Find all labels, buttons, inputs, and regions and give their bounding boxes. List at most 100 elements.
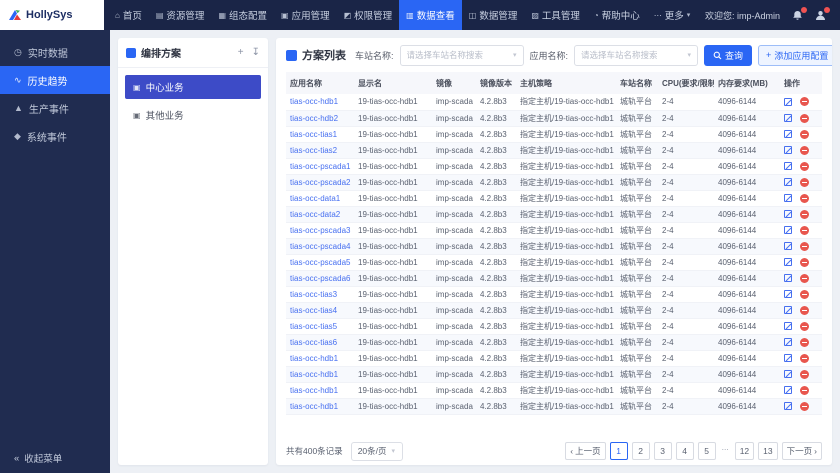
sidebar-item-2[interactable]: ▲ 生产事件	[0, 94, 110, 122]
edit-icon[interactable]	[784, 210, 792, 219]
nav-item-9[interactable]: ⋯ 更多 ▾	[647, 0, 698, 30]
page-button-13[interactable]: 13	[758, 442, 778, 460]
app-name-link[interactable]: tias-occ-pscada6	[286, 270, 354, 287]
edit-icon[interactable]	[784, 114, 792, 123]
edit-icon[interactable]	[784, 402, 792, 411]
nav-item-0[interactable]: ⌂ 首页	[108, 0, 149, 30]
edit-icon[interactable]	[784, 162, 792, 171]
app-name-link[interactable]: tias-occ-hdb1	[286, 382, 354, 399]
nav-item-6[interactable]: ◫ 数据管理	[462, 0, 525, 30]
app-name-link[interactable]: tias-occ-hdb1	[286, 350, 354, 367]
app-name-link[interactable]: tias-occ-pscada2	[286, 174, 354, 191]
notification-badge	[801, 6, 807, 13]
edit-icon[interactable]	[784, 386, 792, 395]
edit-icon[interactable]	[784, 146, 792, 155]
app-name-link[interactable]: tias-occ-pscada3	[286, 222, 354, 239]
edit-icon[interactable]	[784, 226, 792, 235]
add-app-config-button[interactable]: + 添加应用配置	[758, 44, 832, 66]
app-name-link[interactable]: tias-occ-data2	[286, 206, 354, 223]
app-name-link[interactable]: tias-occ-pscada5	[286, 254, 354, 271]
page-button-2[interactable]: 2	[631, 442, 650, 460]
page-button-4[interactable]: 4	[675, 442, 694, 460]
app-name-link[interactable]: tias-occ-hdb1	[286, 398, 354, 415]
delete-icon[interactable]	[800, 145, 809, 155]
delete-icon[interactable]	[800, 129, 809, 139]
app-name-link[interactable]: tias-occ-pscada4	[286, 238, 354, 255]
notification-bell[interactable]	[792, 6, 807, 21]
app-name-link[interactable]: tias-occ-tias4	[286, 302, 354, 319]
plan-item-0[interactable]: ▣ 中心业务	[125, 75, 261, 99]
app-name-link[interactable]: tias-occ-hdb1	[286, 366, 354, 383]
ops-cell	[780, 254, 822, 271]
add-plan-button[interactable]: +	[238, 47, 244, 58]
page-button-12[interactable]: 12	[734, 442, 755, 460]
cpu-cell: 2-4	[658, 254, 714, 271]
app-name-link[interactable]: tias-occ-pscada1	[286, 158, 354, 175]
delete-icon[interactable]	[800, 401, 809, 411]
ops-cell	[780, 382, 822, 399]
nav-item-3[interactable]: ▣ 应用管理	[274, 0, 337, 30]
collapse-menu-button[interactable]: « 收起菜单	[14, 451, 62, 466]
edit-icon[interactable]	[784, 130, 792, 139]
next-page-button[interactable]: 下一页 ›	[781, 442, 822, 460]
plan-item-1[interactable]: ▣ 其他业务	[125, 103, 261, 127]
delete-icon[interactable]	[800, 289, 809, 299]
sidebar-item-3[interactable]: ◆ 系统事件	[0, 122, 110, 150]
app-select[interactable]: 请选择车站名称搜索 ▾	[574, 44, 699, 66]
delete-icon[interactable]	[800, 353, 809, 363]
delete-icon[interactable]	[800, 305, 809, 315]
user-avatar[interactable]	[815, 6, 830, 21]
app-name-link[interactable]: tias-occ-tias6	[286, 334, 354, 351]
edit-icon[interactable]	[784, 354, 792, 363]
delete-icon[interactable]	[800, 241, 809, 251]
import-plan-button[interactable]: ↧	[252, 47, 260, 58]
prev-page-button[interactable]: ‹ 上一页	[565, 442, 606, 460]
app-name-link[interactable]: tias-occ-tias5	[286, 318, 354, 335]
nav-item-2[interactable]: ▦ 组态配置	[211, 0, 274, 30]
delete-icon[interactable]	[800, 113, 809, 123]
nav-item-4[interactable]: ◩ 权限管理	[337, 0, 400, 30]
page-button-3[interactable]: 3	[653, 442, 672, 460]
edit-icon[interactable]	[784, 242, 792, 251]
delete-icon[interactable]	[800, 273, 809, 283]
edit-icon[interactable]	[784, 290, 792, 299]
edit-icon[interactable]	[784, 178, 792, 187]
sidebar-item-1[interactable]: ∿ 历史趋势	[0, 66, 110, 94]
delete-icon[interactable]	[800, 193, 809, 203]
delete-icon[interactable]	[800, 97, 809, 107]
edit-icon[interactable]	[784, 306, 792, 315]
edit-icon[interactable]	[784, 194, 792, 203]
edit-icon[interactable]	[784, 258, 792, 267]
delete-icon[interactable]	[800, 257, 809, 267]
station-select[interactable]: 请选择车站名称搜索 ▾	[399, 44, 524, 66]
app-name-link[interactable]: tias-occ-tias3	[286, 286, 354, 303]
nav-item-7[interactable]: ▨ 工具管理	[524, 0, 587, 30]
search-button[interactable]: 查询	[704, 44, 753, 66]
delete-icon[interactable]	[800, 209, 809, 219]
delete-icon[interactable]	[800, 369, 809, 379]
edit-icon[interactable]	[784, 274, 792, 283]
delete-icon[interactable]	[800, 385, 809, 395]
delete-icon[interactable]	[800, 337, 809, 347]
page-button-1[interactable]: 1	[609, 442, 628, 460]
page-size-select[interactable]: 20条/页 ▾	[350, 441, 403, 461]
app-name-link[interactable]: tias-occ-tias2	[286, 142, 354, 159]
edit-icon[interactable]	[784, 322, 792, 331]
nav-item-5[interactable]: ▥ 数据查看	[399, 0, 462, 30]
footer-left: 共有400条记录 20条/页 ▾	[286, 441, 403, 461]
delete-icon[interactable]	[800, 177, 809, 187]
edit-icon[interactable]	[784, 370, 792, 379]
app-name-link[interactable]: tias-occ-hdb2	[286, 110, 354, 127]
edit-icon[interactable]	[784, 97, 792, 106]
page-button-5[interactable]: 5	[697, 442, 716, 460]
delete-icon[interactable]	[800, 161, 809, 171]
edit-icon[interactable]	[784, 338, 792, 347]
app-name-link[interactable]: tias-occ-hdb1	[286, 94, 354, 111]
delete-icon[interactable]	[800, 321, 809, 331]
sidebar-item-0[interactable]: ◷ 实时数据	[0, 38, 110, 66]
nav-item-1[interactable]: ▤ 资源管理	[149, 0, 212, 30]
app-name-link[interactable]: tias-occ-data1	[286, 190, 354, 207]
app-name-link[interactable]: tias-occ-tias1	[286, 126, 354, 143]
nav-item-8[interactable]: ◔ 帮助中心	[587, 0, 647, 30]
delete-icon[interactable]	[800, 225, 809, 235]
